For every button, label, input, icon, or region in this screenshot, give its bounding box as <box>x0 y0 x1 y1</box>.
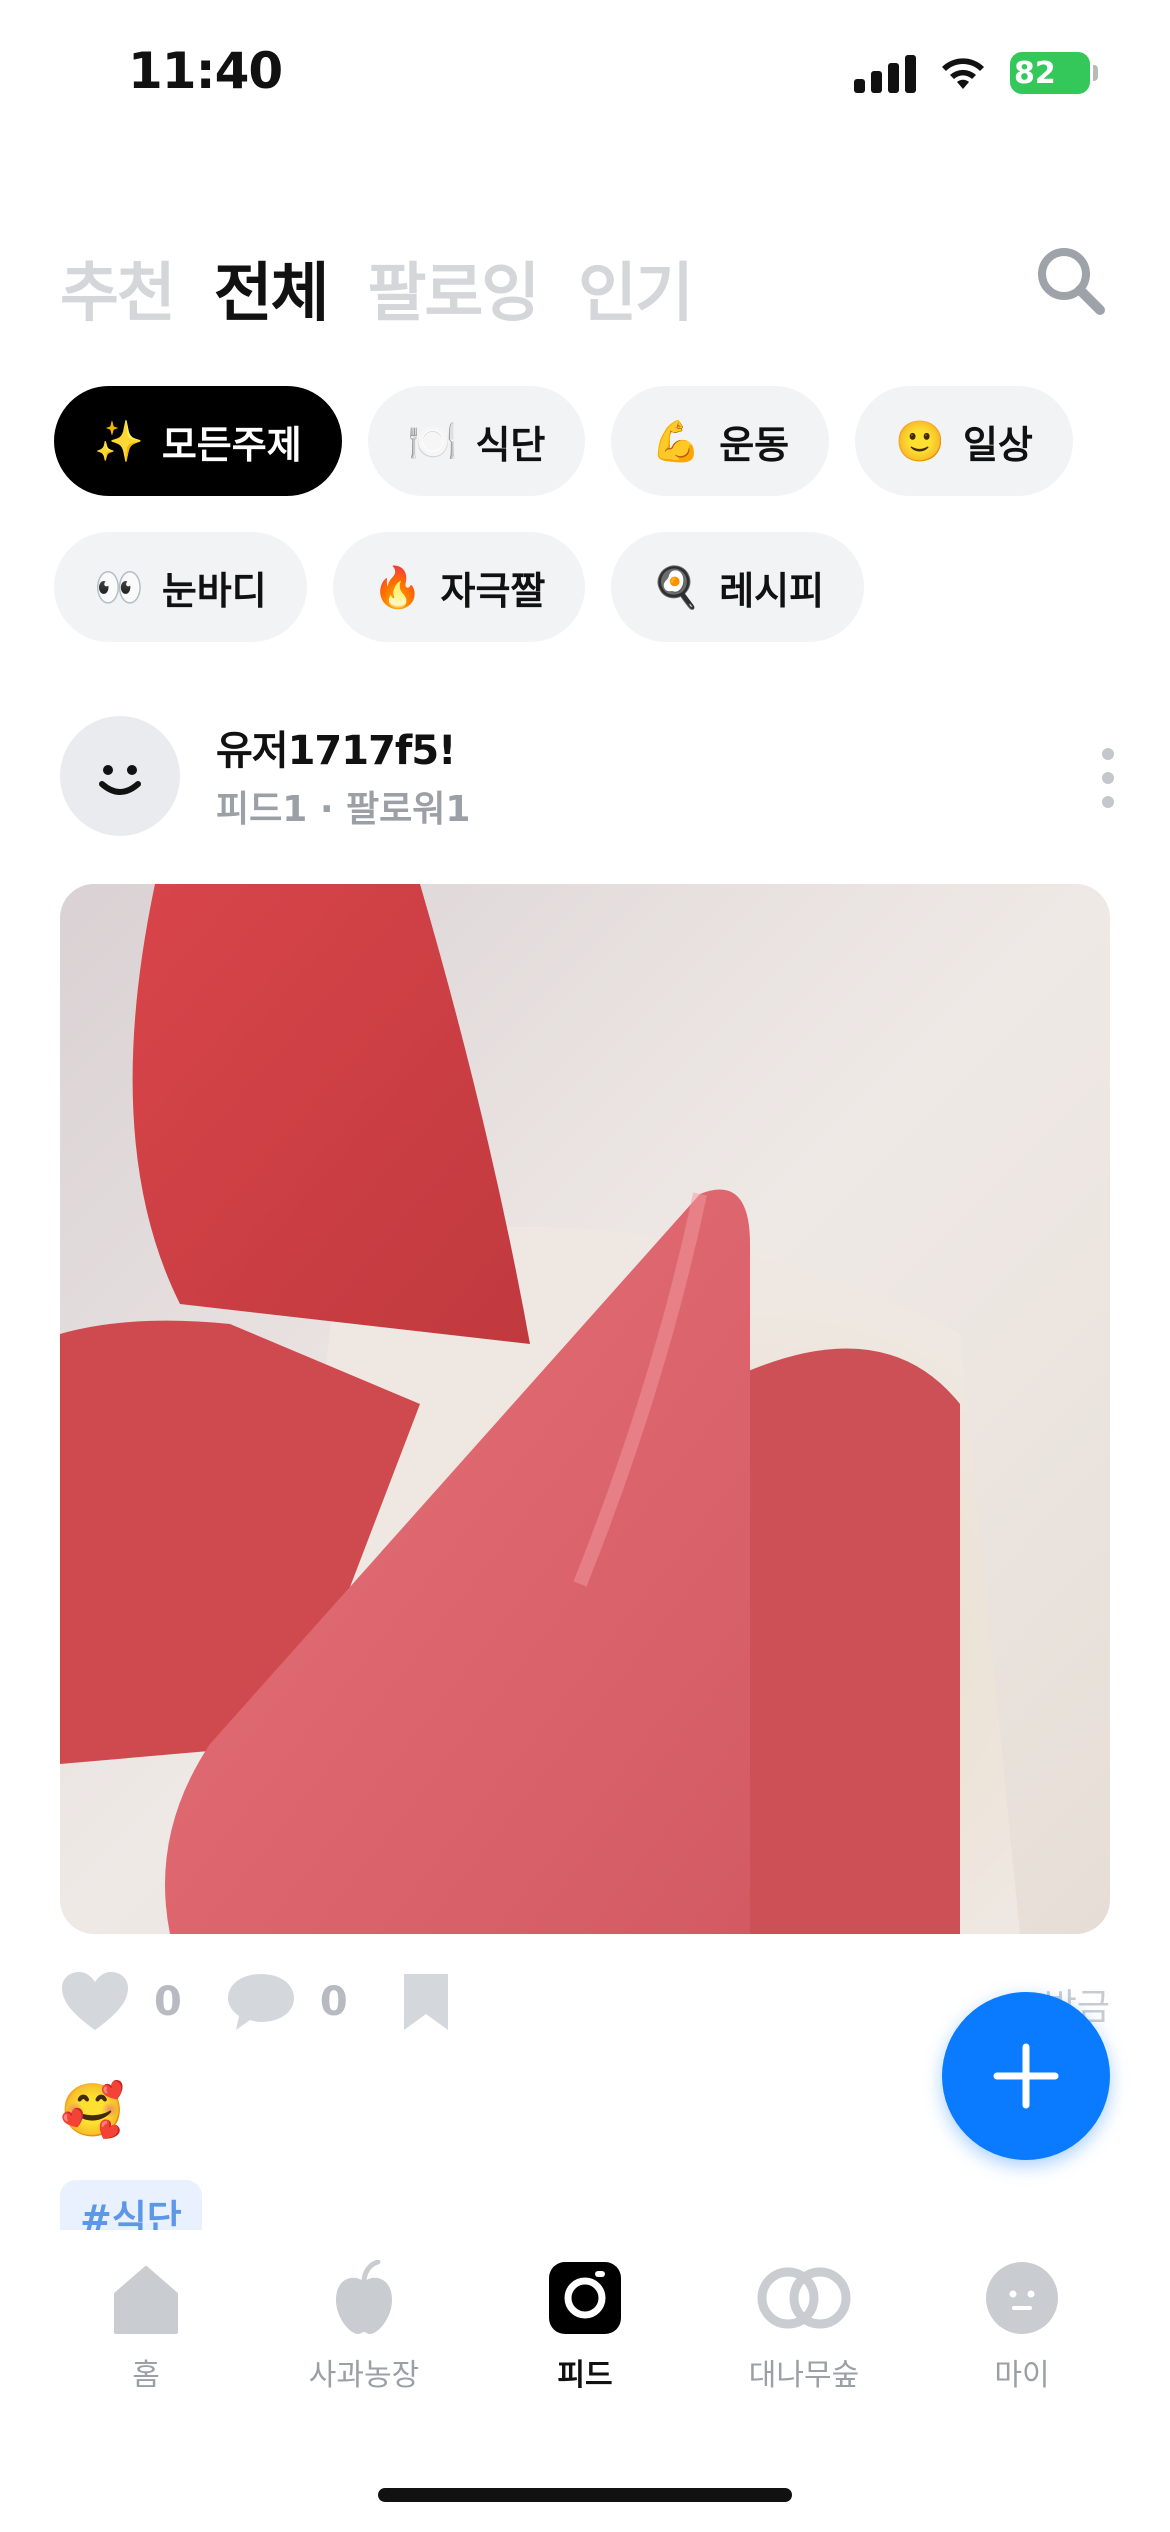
post-actions: 0 0 <box>60 1970 454 2034</box>
tab-popular[interactable]: 인기 <box>578 242 694 334</box>
tab-all[interactable]: 전체 <box>214 242 330 334</box>
chip-label: 식단 <box>475 422 546 467</box>
chip-label: 자극짤 <box>440 568 546 613</box>
nav-label: 대나무숲 <box>748 2358 860 2393</box>
home-icon <box>114 2266 178 2334</box>
camera-icon <box>549 2262 621 2334</box>
status-bar: 11:40 82 <box>0 0 1170 150</box>
apple-icon <box>336 2260 392 2334</box>
status-icons: 82 <box>854 52 1098 94</box>
plate-icon: 🍽️ <box>407 418 458 465</box>
chip-eyebody[interactable]: 👀 눈바디 <box>54 532 307 642</box>
frying-pan-icon: 🍳 <box>651 564 702 611</box>
chip-label: 레시피 <box>719 568 825 613</box>
status-time: 11:40 <box>128 42 283 100</box>
eyes-icon: 👀 <box>94 564 144 611</box>
nav-my[interactable]: 마이 <box>922 2260 1122 2394</box>
nav-label: 피드 <box>557 2358 613 2393</box>
bottom-nav: 홈 사과농장 피드 대나무숲 마이 <box>0 2230 1170 2532</box>
comment-count: 0 <box>319 1979 348 2025</box>
chip-label: 눈바디 <box>161 568 267 613</box>
chip-diet[interactable]: 🍽️ 식단 <box>367 386 586 496</box>
bookmark-icon[interactable] <box>398 1970 454 2034</box>
nav-apple-farm[interactable]: 사과농장 <box>264 2260 464 2394</box>
tab-following[interactable]: 팔로잉 <box>368 242 541 334</box>
profile-face-icon <box>986 2262 1058 2334</box>
comment-button[interactable]: 0 <box>226 1970 348 2034</box>
comment-icon <box>227 1974 294 2030</box>
chip-label: 운동 <box>719 422 790 467</box>
post-user-meta: 피드1 · 팔로워1 <box>216 789 471 830</box>
like-button[interactable]: 0 <box>60 1970 182 2034</box>
fire-icon: 🔥 <box>372 564 423 611</box>
battery-level: 82 <box>1014 55 1056 91</box>
muscle-icon: 💪 <box>651 418 702 465</box>
chip-label: 모든주제 <box>161 422 302 467</box>
avatar[interactable] <box>60 716 180 836</box>
smiley-face-icon <box>99 765 141 795</box>
post-caption: 🥰 <box>60 2081 125 2141</box>
topic-chips: ✨ 모든주제 🍽️ 식단 💪 운동 🙂 일상 👀 눈바디 🔥 자극짤 🍳 레시피 <box>54 386 1114 642</box>
plus-icon <box>993 2043 1059 2109</box>
nav-feed[interactable]: 피드 <box>485 2260 685 2394</box>
chip-motivation[interactable]: 🔥 자극짤 <box>332 532 586 642</box>
nav-home[interactable]: 홈 <box>46 2260 246 2394</box>
chip-recipe[interactable]: 🍳 레시피 <box>611 532 865 642</box>
feed-tabs: 추천 전체 팔로잉 인기 <box>60 242 694 334</box>
search-icon[interactable] <box>1030 240 1110 320</box>
chip-all-topics[interactable]: ✨ 모든주제 <box>54 386 342 496</box>
chip-label: 일상 <box>962 422 1033 467</box>
wifi-icon <box>942 58 984 89</box>
home-indicator <box>378 2488 792 2502</box>
nav-label: 사과농장 <box>308 2358 420 2393</box>
create-post-button[interactable] <box>942 1992 1110 2160</box>
smile-icon: 🙂 <box>895 418 945 465</box>
signal-icon <box>854 53 916 93</box>
chip-daily[interactable]: 🙂 일상 <box>855 386 1073 496</box>
nav-label: 마이 <box>994 2358 1050 2393</box>
tab-recommended[interactable]: 추천 <box>60 242 176 334</box>
chip-exercise[interactable]: 💪 운동 <box>611 386 830 496</box>
heart-icon <box>62 1972 128 2030</box>
post-photo[interactable] <box>60 884 1110 1934</box>
battery-icon: 82 <box>1010 52 1098 94</box>
nav-bamboo-forest[interactable]: 대나무숲 <box>704 2260 904 2394</box>
watermelon-photo <box>60 884 1110 1934</box>
more-options-icon[interactable] <box>1098 748 1118 808</box>
nav-label: 홈 <box>132 2358 160 2393</box>
sparkles-icon: ✨ <box>94 418 144 465</box>
like-count: 0 <box>154 1979 182 2025</box>
post-username[interactable]: 유저1717f5! <box>216 718 456 776</box>
bamboo-forest-icon <box>757 2267 851 2329</box>
